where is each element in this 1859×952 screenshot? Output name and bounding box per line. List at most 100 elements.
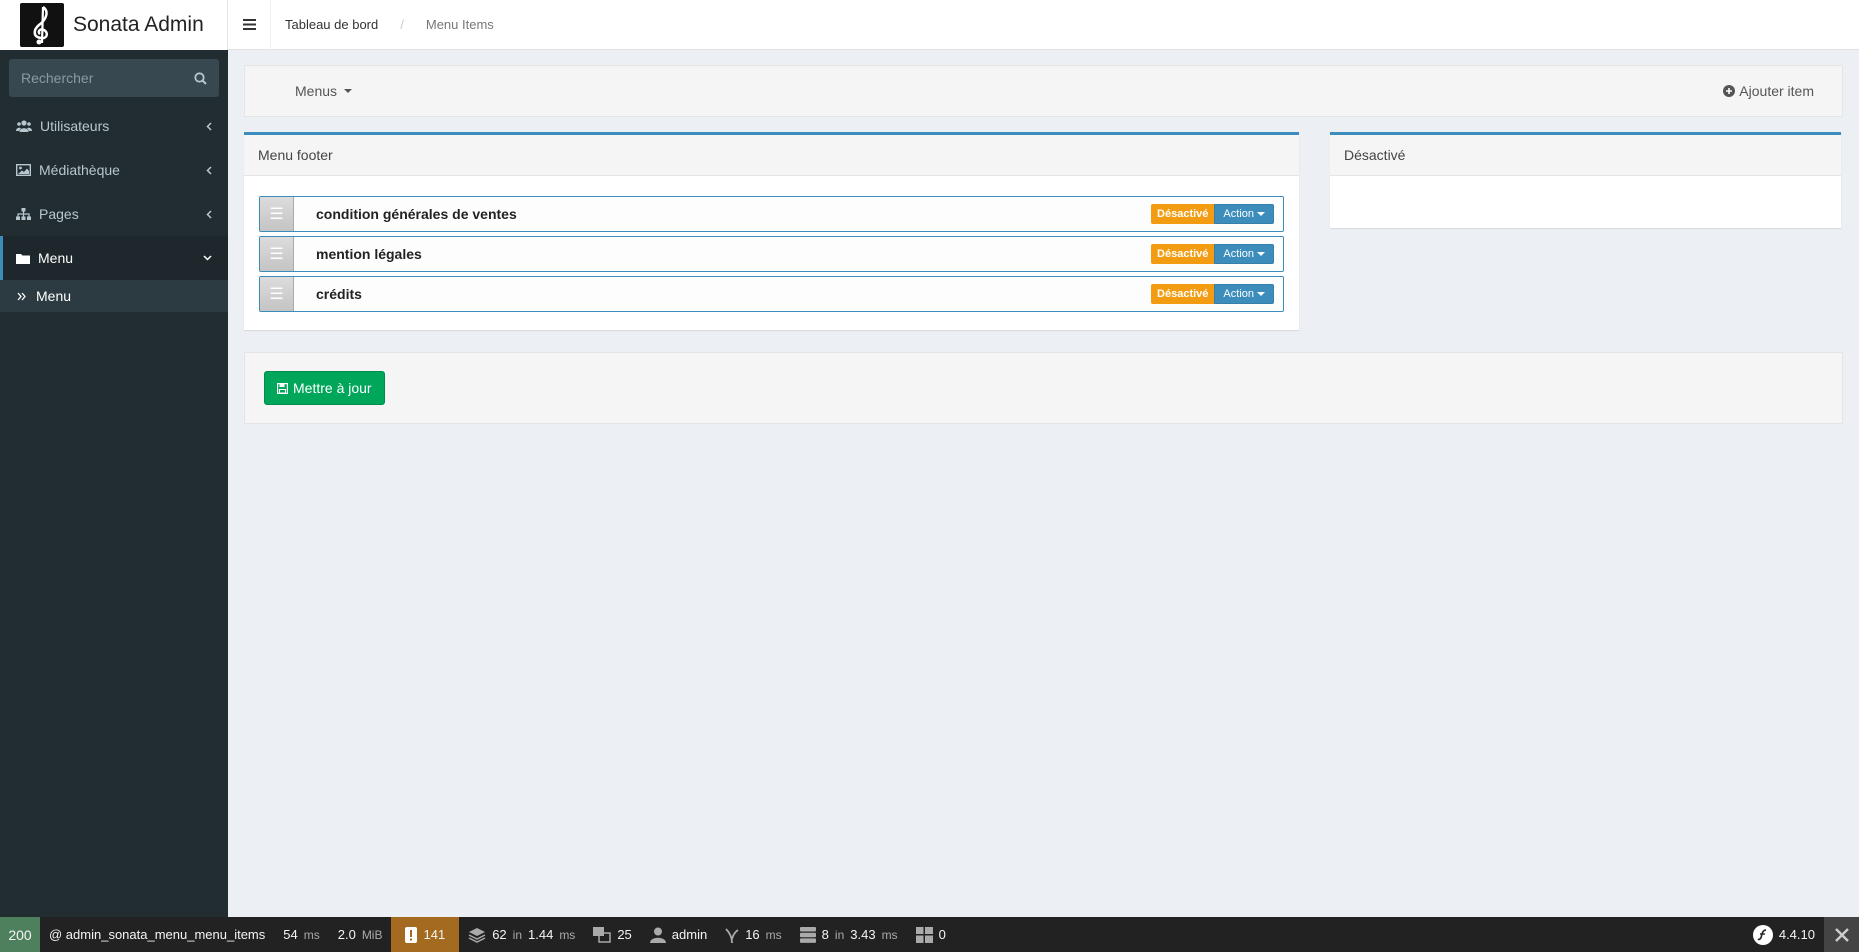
sidebar-item-label: Utilisateurs bbox=[40, 118, 110, 134]
add-item-button[interactable]: Ajouter item bbox=[1723, 83, 1814, 99]
chevron-left-icon bbox=[206, 121, 212, 131]
breadcrumb-separator: / bbox=[400, 17, 404, 32]
menus-dropdown-button[interactable]: Menus bbox=[295, 83, 353, 99]
item-title: condition générales de ventes bbox=[316, 206, 517, 222]
list-item[interactable]: ☰ condition générales de ventes Désactiv… bbox=[259, 196, 1284, 232]
twig-time: 16 bbox=[745, 927, 760, 942]
twig-icon bbox=[725, 927, 739, 943]
save-icon bbox=[277, 382, 288, 394]
menus-label: Menus bbox=[295, 83, 338, 99]
action-dropdown-button[interactable]: Action bbox=[1214, 244, 1274, 264]
update-button[interactable]: Mettre à jour bbox=[264, 371, 385, 405]
action-bar: Menus Ajouter item bbox=[244, 65, 1843, 117]
action-label: Action bbox=[1223, 208, 1254, 220]
sidebar-subitem-label: Menu bbox=[36, 288, 72, 304]
image-icon bbox=[16, 164, 31, 176]
layers-icon bbox=[468, 927, 486, 943]
box-title: Désactivé bbox=[1330, 135, 1841, 176]
action-label: Action bbox=[1223, 288, 1254, 300]
chevron-left-icon bbox=[206, 209, 212, 219]
debug-toolbar: 200 @ admin_sonata_menu_menu_items 54 ms … bbox=[0, 917, 1859, 952]
db-time: 3.43 bbox=[850, 927, 876, 942]
time-unit: ms bbox=[303, 927, 320, 942]
chevron-left-icon bbox=[206, 165, 212, 175]
forms-info[interactable]: 62 in 1.44 ms bbox=[459, 917, 584, 952]
action-label: Action bbox=[1223, 248, 1254, 260]
widgets-info[interactable]: 0 bbox=[907, 917, 955, 952]
sidebar-item-label: Pages bbox=[39, 206, 79, 222]
warnings-count: 141 bbox=[423, 927, 446, 942]
forms-count: 62 bbox=[492, 927, 507, 942]
sidebar-item-mediatheque[interactable]: Médiathèque bbox=[0, 148, 228, 192]
breadcrumb-current: Menu Items bbox=[425, 17, 494, 32]
db-unit: ms bbox=[881, 927, 898, 942]
database-icon bbox=[799, 926, 816, 943]
menu-items-list: ☰ condition générales de ventes Désactiv… bbox=[244, 176, 1299, 336]
search-input[interactable] bbox=[21, 70, 171, 86]
sitemap-icon bbox=[16, 208, 31, 220]
list-item[interactable]: ☰ crédits Désactivé Action bbox=[259, 276, 1284, 312]
sidebar: Utilisateurs Médiathèque Pages Menu Menu bbox=[0, 50, 228, 917]
drag-handle-icon[interactable]: ☰ bbox=[260, 197, 294, 231]
app-title: Sonata Admin bbox=[73, 13, 204, 36]
close-icon bbox=[1834, 927, 1849, 942]
chevron-down-icon bbox=[203, 255, 212, 261]
symfony-version[interactable]: 4.4.10 bbox=[1744, 917, 1824, 952]
user-icon bbox=[649, 927, 666, 943]
disabled-items-box: Désactivé bbox=[1330, 132, 1841, 228]
memory-value: 2.0 bbox=[337, 927, 356, 942]
caret-down-icon bbox=[1257, 252, 1265, 256]
user-name: admin bbox=[671, 927, 708, 942]
action-dropdown-button[interactable]: Action bbox=[1214, 284, 1274, 304]
widgets-count: 0 bbox=[938, 927, 946, 942]
update-label: Mettre à jour bbox=[293, 380, 372, 396]
action-dropdown-button[interactable]: Action bbox=[1214, 204, 1274, 224]
route-name: @ admin_sonata_menu_menu_items bbox=[49, 927, 266, 942]
caret-down-icon bbox=[1257, 292, 1265, 296]
version-number: 4.4.10 bbox=[1778, 927, 1815, 942]
grid-icon bbox=[915, 926, 933, 943]
logs-warnings[interactable]: 141 bbox=[391, 917, 460, 952]
treble-clef-logo-icon bbox=[20, 3, 64, 47]
sidebar-item-pages[interactable]: Pages bbox=[0, 192, 228, 236]
sidebar-item-label: Menu bbox=[38, 250, 74, 266]
sidebar-toggle-button[interactable] bbox=[228, 0, 271, 50]
item-title: crédits bbox=[316, 286, 362, 302]
translations-info[interactable]: 25 bbox=[584, 917, 640, 952]
drag-handle-icon[interactable]: ☰ bbox=[260, 277, 294, 311]
memory-info[interactable]: 2.0 MiB bbox=[329, 917, 392, 952]
exclamation-icon bbox=[405, 926, 418, 943]
db-in: in bbox=[834, 927, 845, 942]
users-icon bbox=[16, 120, 32, 132]
status-code-badge[interactable]: 200 bbox=[0, 917, 40, 952]
folder-icon bbox=[16, 253, 30, 264]
double-chevron-right-icon bbox=[17, 292, 26, 300]
memory-unit: MiB bbox=[361, 927, 383, 942]
database-info[interactable]: 8 in 3.43 ms bbox=[791, 917, 907, 952]
caret-down-icon bbox=[1257, 212, 1265, 216]
symfony-logo-icon bbox=[1752, 924, 1773, 945]
forms-unit: ms bbox=[559, 927, 576, 942]
sidebar-subitem-menu[interactable]: Menu bbox=[0, 280, 228, 312]
route-info[interactable]: @ admin_sonata_menu_menu_items bbox=[40, 917, 274, 952]
list-item[interactable]: ☰ mention légales Désactivé Action bbox=[259, 236, 1284, 272]
sidebar-item-utilisateurs[interactable]: Utilisateurs bbox=[0, 104, 228, 148]
logo[interactable]: Sonata Admin bbox=[0, 0, 228, 50]
box-title: Menu footer bbox=[244, 135, 1299, 176]
breadcrumb-home-link[interactable]: Tableau de bord bbox=[285, 17, 378, 32]
status-badge: Désactivé bbox=[1151, 204, 1215, 224]
sidebar-item-menu[interactable]: Menu bbox=[0, 236, 228, 280]
status-badge: Désactivé bbox=[1151, 244, 1215, 264]
item-title: mention légales bbox=[316, 246, 422, 262]
top-navbar: Tableau de bord / Menu Items bbox=[228, 0, 1859, 50]
search-icon[interactable] bbox=[194, 71, 207, 85]
sidebar-search bbox=[9, 59, 219, 97]
close-toolbar-button[interactable] bbox=[1824, 917, 1859, 952]
twig-info[interactable]: 16 ms bbox=[716, 917, 790, 952]
form-actions: Mettre à jour bbox=[244, 352, 1843, 424]
twig-unit: ms bbox=[765, 927, 782, 942]
user-info[interactable]: admin bbox=[641, 917, 716, 952]
drag-handle-icon[interactable]: ☰ bbox=[260, 237, 294, 271]
time-info[interactable]: 54 ms bbox=[274, 917, 328, 952]
add-item-label: Ajouter item bbox=[1739, 83, 1814, 99]
